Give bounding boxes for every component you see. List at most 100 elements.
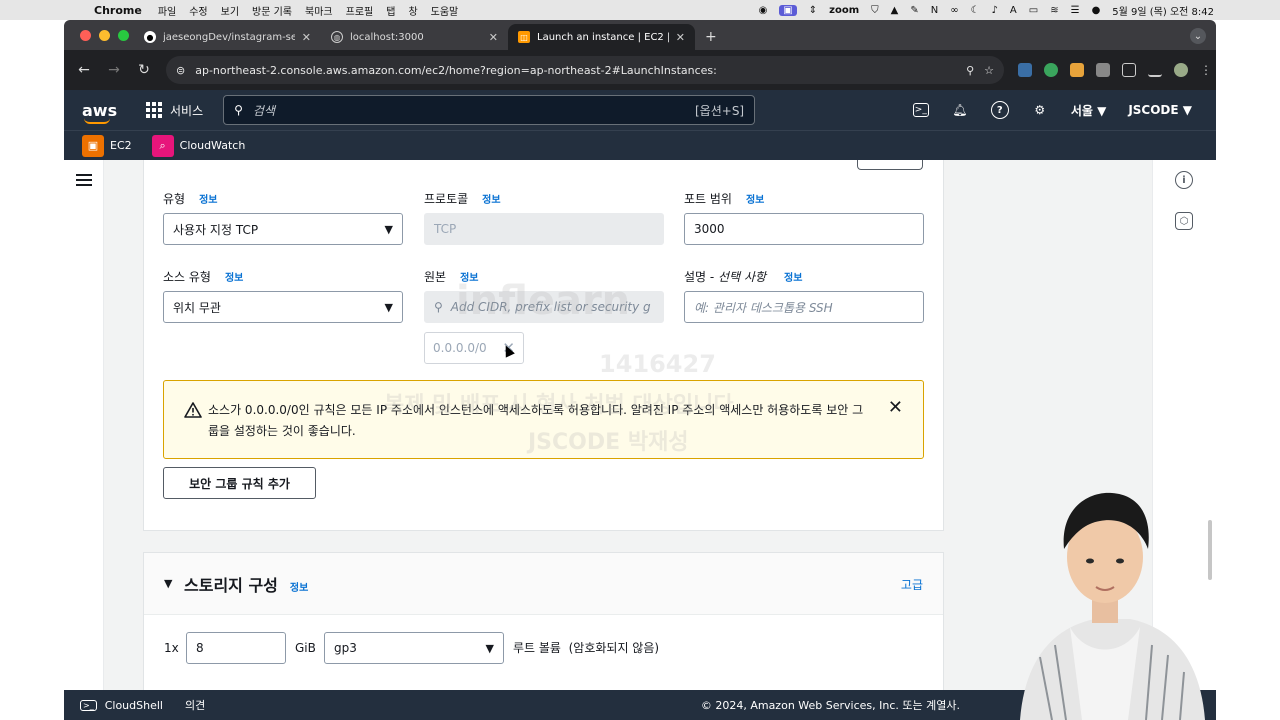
address-bar[interactable]: ⊜ ap-northeast-2.console.aws.amazon.com/… <box>166 56 1004 84</box>
feedback-panel-icon[interactable]: ⬡ <box>1175 212 1193 230</box>
close-tab-icon[interactable]: ✕ <box>676 31 685 44</box>
control-center-icon[interactable]: ☰ <box>1071 5 1080 16</box>
download-icon[interactable] <box>1148 63 1162 77</box>
glasses-icon[interactable]: ∞ <box>950 5 958 16</box>
source-type-value: 위치 무관 <box>173 300 221 315</box>
wifi-icon[interactable]: ≋ <box>1050 5 1058 16</box>
arrow-icon[interactable]: ⇕ <box>809 5 817 16</box>
source-type-select[interactable]: 위치 무관 ▼ <box>163 291 403 323</box>
close-window-button[interactable] <box>80 30 91 41</box>
menu-view[interactable]: 보기 <box>221 3 239 18</box>
volume-size-input[interactable]: 8 <box>186 632 286 664</box>
volume-type-select[interactable]: gp3 ▼ <box>324 632 504 664</box>
tab-title: Launch an instance | EC2 | ap <box>537 31 669 43</box>
source-type-info-link[interactable]: 정보 <box>225 269 243 284</box>
zoom-icon[interactable]: ⚲ <box>966 64 974 77</box>
menu-window[interactable]: 창 <box>408 3 417 18</box>
extension-green-icon[interactable] <box>1044 63 1058 77</box>
tab-github[interactable]: ● jaeseongDev/instagram-serv ✕ <box>134 24 321 50</box>
description-input[interactable]: 예: 관리자 데스크톱용 SSH <box>684 291 924 323</box>
favorite-label: CloudWatch <box>179 139 246 152</box>
battery-icon[interactable]: ▭ <box>1029 5 1038 16</box>
account-menu[interactable]: JSCODE ▼ <box>1128 103 1192 117</box>
services-label: 서비스 <box>170 103 204 118</box>
cloudshell-icon[interactable]: >_ <box>912 103 929 117</box>
dismiss-warning-icon[interactable]: ✕ <box>888 397 903 418</box>
minimize-window-button[interactable] <box>99 30 110 41</box>
extension-gray-icon[interactable] <box>1096 63 1110 77</box>
source-info-link[interactable]: 정보 <box>460 269 478 284</box>
aws-logo[interactable]: aws <box>82 101 117 124</box>
notifications-bell-icon[interactable]: 🔔︎ <box>951 101 969 119</box>
add-security-group-rule-button[interactable]: 보안 그룹 규칙 추가 <box>163 467 316 499</box>
menu-bookmarks[interactable]: 북마크 <box>305 3 333 18</box>
notion-icon[interactable]: N <box>931 5 938 16</box>
volume-icon[interactable]: ♪ <box>992 5 998 16</box>
region-selector[interactable]: 서울 ▼ <box>1071 102 1107 119</box>
search-icon: ⚲ <box>234 103 243 117</box>
volume-count: 1x <box>164 641 179 655</box>
close-tab-icon[interactable]: ✕ <box>489 31 498 44</box>
input-source-icon[interactable]: A <box>1010 5 1017 16</box>
new-tab-icon[interactable]: + <box>705 29 717 45</box>
type-info-link[interactable]: 정보 <box>199 191 217 206</box>
info-panel-icon[interactable]: i <box>1175 171 1193 189</box>
maximize-window-button[interactable] <box>118 30 129 41</box>
close-tab-icon[interactable]: ✕ <box>302 31 311 44</box>
remove-rule-button[interactable] <box>857 160 923 170</box>
tab-search-icon[interactable]: ⌄ <box>1190 28 1206 44</box>
description-info-link[interactable]: 정보 <box>784 269 802 284</box>
menu-profiles[interactable]: 프로필 <box>346 3 374 18</box>
shield-icon[interactable]: ⛉ <box>871 5 879 16</box>
port-range-input[interactable]: 3000 <box>684 213 924 245</box>
port-info-link[interactable]: 정보 <box>746 191 764 206</box>
menu-history[interactable]: 방문 기록 <box>252 3 292 18</box>
source-type-label: 소스 유형 <box>163 270 211 284</box>
menu-help[interactable]: 도움말 <box>431 3 459 18</box>
hamburger-menu-icon[interactable] <box>76 174 92 186</box>
favorites-bar: ▣ EC2 ⌕ CloudWatch <box>64 130 1216 160</box>
screen-record-icon[interactable]: ◉ <box>759 5 768 16</box>
ec2-favicon-icon: ◫ <box>518 31 530 43</box>
extension-pen-icon[interactable] <box>1070 63 1084 77</box>
menu-file[interactable]: 파일 <box>158 3 176 18</box>
storage-info-link[interactable]: 정보 <box>290 579 308 594</box>
favorite-ec2[interactable]: ▣ EC2 <box>82 134 132 157</box>
tab-localhost[interactable]: ◍ localhost:3000 ✕ <box>321 24 508 50</box>
clock[interactable]: 5월 9일 (목) 오전 8:42 <box>1112 3 1214 18</box>
collapse-caret-icon[interactable]: ▼ <box>164 577 172 590</box>
aws-search-input[interactable]: ⚲ 검색 [옵션+S] <box>223 95 756 125</box>
menu-dots-icon[interactable]: ⋮ <box>1200 63 1212 77</box>
storage-title[interactable]: 스토리지 구성 <box>184 572 278 596</box>
feedback-link[interactable]: 의견 <box>185 697 205 713</box>
zoom-status[interactable]: zoom <box>829 5 859 16</box>
moon-icon[interactable]: ☾ <box>971 5 980 16</box>
protocol-info-link[interactable]: 정보 <box>482 191 500 206</box>
forward-icon[interactable]: → <box>106 62 122 78</box>
siri-icon[interactable]: ● <box>1092 5 1101 16</box>
settings-gear-icon[interactable]: ⚙ <box>1031 101 1049 119</box>
type-select[interactable]: 사용자 지정 TCP ▼ <box>163 213 403 245</box>
services-menu-button[interactable]: 서비스 <box>146 102 203 119</box>
favorite-cloudwatch[interactable]: ⌕ CloudWatch <box>151 134 246 157</box>
profile-avatar-icon[interactable] <box>1174 63 1188 77</box>
back-icon[interactable]: ← <box>76 62 92 78</box>
source-cidr-input[interactable]: ⚲ Add CIDR, prefix list or security g <box>424 291 664 323</box>
bookmark-star-icon[interactable]: ☆ <box>984 64 994 77</box>
site-info-icon[interactable]: ⊜ <box>176 64 185 77</box>
pen-icon[interactable]: ✎ <box>910 5 918 16</box>
cloudshell-footer-button[interactable]: >_ CloudShell <box>80 699 163 712</box>
warning-icon[interactable]: ▲ <box>891 5 899 16</box>
app-name[interactable]: Chrome <box>94 4 142 17</box>
tab-ec2-launch[interactable]: ◫ Launch an instance | EC2 | ap ✕ <box>508 24 695 50</box>
menu-edit[interactable]: 수정 <box>189 3 207 18</box>
help-icon[interactable]: ? <box>990 101 1009 119</box>
menu-tab[interactable]: 탭 <box>386 3 395 18</box>
storage-advanced-link[interactable]: 고급 <box>901 576 923 593</box>
extension-react-icon[interactable] <box>1018 63 1032 77</box>
screen-share-icon[interactable]: ▣ <box>779 4 797 16</box>
reload-icon[interactable]: ↻ <box>136 62 152 78</box>
extensions-puzzle-icon[interactable] <box>1122 63 1136 77</box>
protocol-label: 프로토콜 <box>424 192 469 206</box>
source-type-label-group: 소스 유형 정보 <box>163 268 243 285</box>
